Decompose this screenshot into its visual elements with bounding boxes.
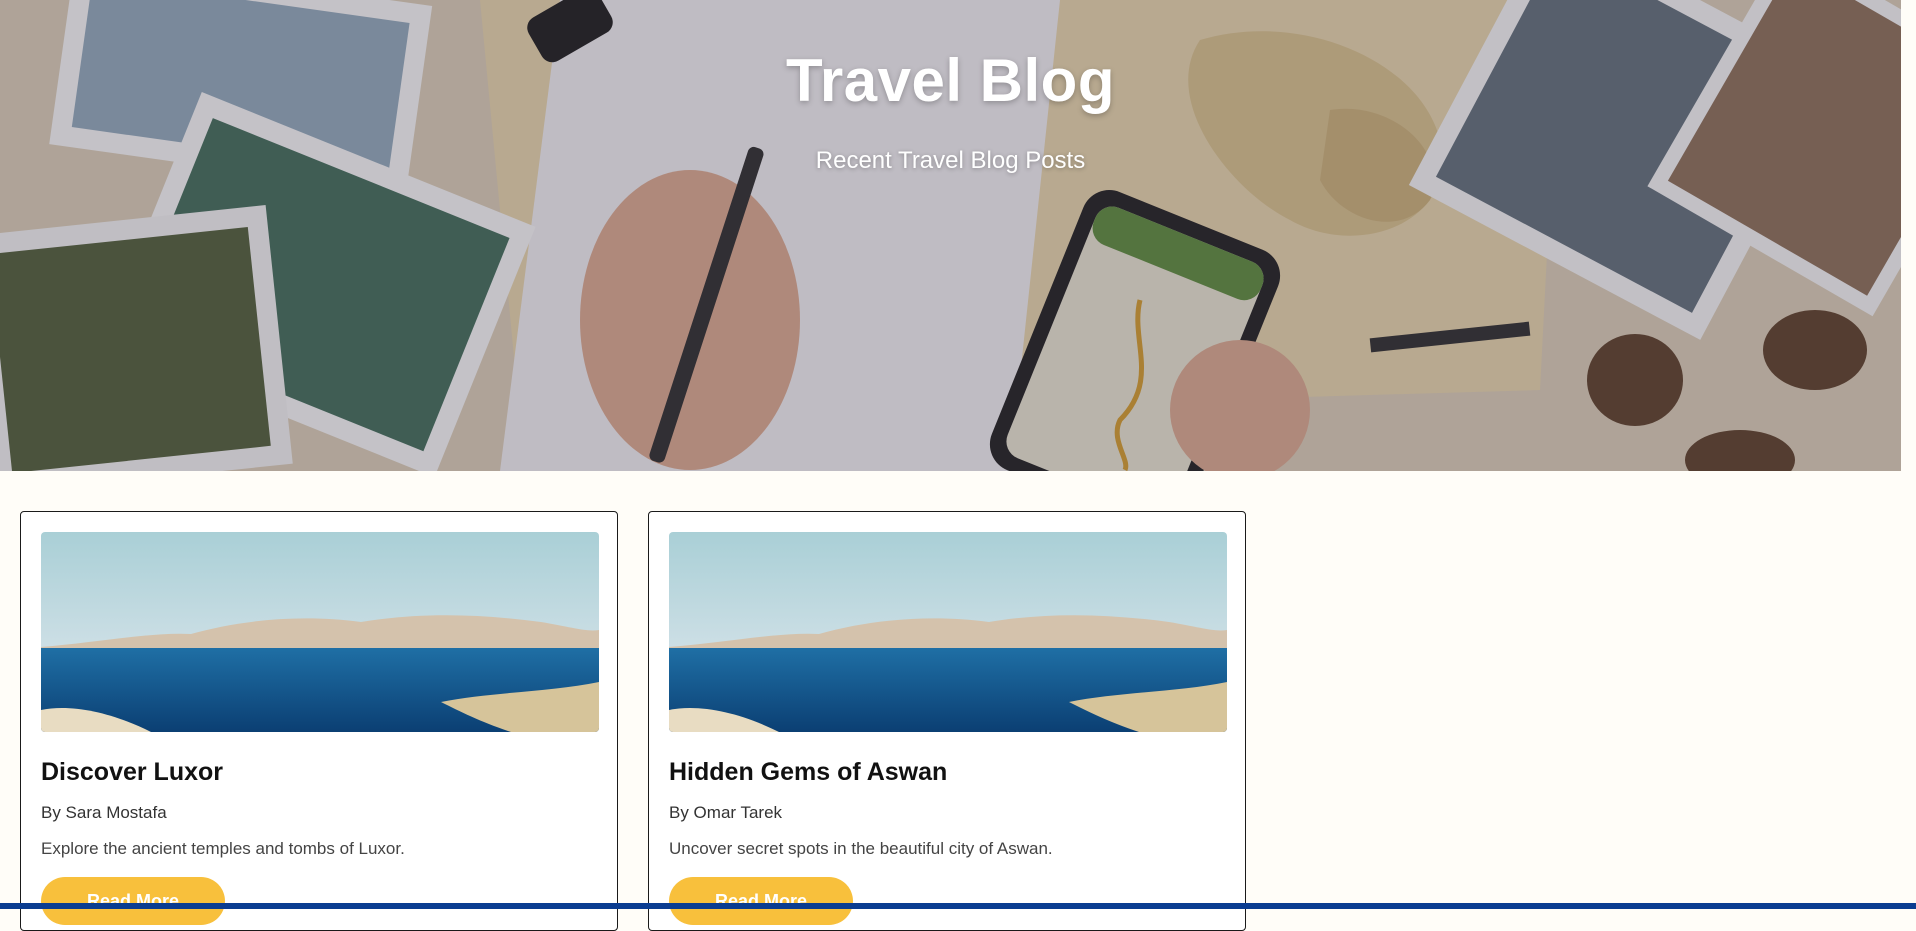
post-thumbnail-image[interactable]: [41, 532, 599, 732]
post-title[interactable]: Discover Luxor: [41, 758, 597, 787]
read-more-button[interactable]: Read More: [669, 877, 853, 925]
blog-post-list: Discover Luxor By Sara Mostafa Explore t…: [20, 511, 1246, 931]
post-thumbnail-image[interactable]: [669, 532, 1227, 732]
post-author: By Sara Mostafa: [41, 803, 597, 823]
post-excerpt: Explore the ancient temples and tombs of…: [41, 839, 597, 859]
page-subtitle: Recent Travel Blog Posts: [0, 147, 1901, 175]
page-scrollbar[interactable]: [1901, 0, 1916, 909]
blog-post-card: Discover Luxor By Sara Mostafa Explore t…: [20, 511, 618, 931]
post-excerpt: Uncover secret spots in the beautiful ci…: [669, 839, 1225, 859]
page-title: Travel Blog: [0, 46, 1901, 115]
read-more-button[interactable]: Read More: [41, 877, 225, 925]
hero-banner: Travel Blog Recent Travel Blog Posts: [0, 0, 1901, 471]
blog-post-card: Hidden Gems of Aswan By Omar Tarek Uncov…: [648, 511, 1246, 931]
footer-bar: [0, 903, 1916, 909]
post-author: By Omar Tarek: [669, 803, 1225, 823]
post-title[interactable]: Hidden Gems of Aswan: [669, 758, 1225, 787]
